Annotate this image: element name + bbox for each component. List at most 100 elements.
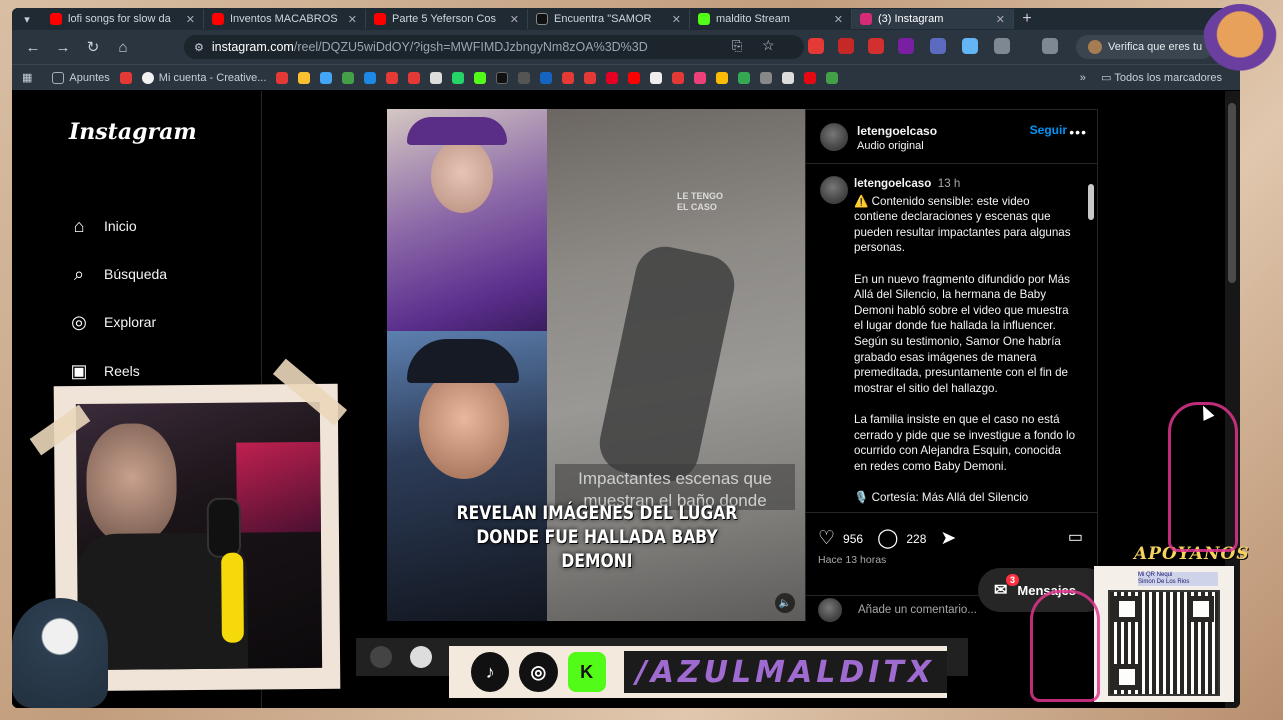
extension-icon[interactable]	[838, 38, 854, 54]
bookmark-creative[interactable]: Mi cuenta - Creative...	[141, 71, 266, 84]
bookmark-icon[interactable]	[716, 71, 729, 84]
kick-icon	[698, 13, 710, 25]
bookmark-icon[interactable]	[760, 71, 773, 84]
bookmark-icon[interactable]	[474, 71, 487, 84]
tab[interactable]: Inventos MACABROS ✕	[204, 9, 366, 29]
close-icon[interactable]: ✕	[672, 13, 681, 26]
url-bar[interactable]: ⚙ instagram.com/reel/DQZU5wiDdOY/?igsh=M…	[184, 35, 804, 59]
reload-button[interactable]: ↻	[78, 38, 108, 56]
devil-doodle	[1168, 402, 1238, 552]
scroll-thumb[interactable]	[1228, 103, 1236, 283]
avatar	[1088, 40, 1102, 54]
instagram-logo[interactable]: Instagram	[69, 119, 197, 145]
tab[interactable]: maldito Stream ✕	[690, 9, 852, 29]
share-icon[interactable]: ➤	[940, 527, 956, 550]
install-app-icon[interactable]: ⎘	[732, 38, 742, 54]
media-controls-icon[interactable]	[1042, 38, 1058, 54]
bookmark-icon[interactable]	[694, 71, 707, 84]
bookmark-icon[interactable]	[540, 71, 553, 84]
avatar[interactable]	[820, 176, 848, 204]
home-button[interactable]: ⌂	[108, 39, 138, 56]
bookmark-icon[interactable]	[650, 71, 663, 84]
bookmark-icon[interactable]	[584, 71, 597, 84]
home-icon: ⌂	[73, 215, 85, 236]
bookmark-icon[interactable]	[804, 71, 817, 84]
bookmark-icon[interactable]	[606, 71, 619, 84]
tab-active[interactable]: (3) Instagram ✕	[852, 9, 1014, 29]
bookmark-icon[interactable]	[782, 71, 795, 84]
adblock-icon[interactable]	[868, 38, 884, 54]
scroll-thumb[interactable]	[1088, 184, 1094, 220]
more-options-icon[interactable]: •••	[1069, 124, 1087, 140]
app-icon[interactable]	[410, 646, 432, 668]
extension-icon[interactable]	[962, 38, 978, 54]
forward-button[interactable]: →	[48, 39, 78, 56]
bookmark-icon[interactable]	[496, 71, 509, 84]
nav-explorar[interactable]: ◎ Explorar	[68, 311, 156, 333]
bookmark-icon[interactable]	[364, 71, 377, 84]
back-button[interactable]: ←	[18, 39, 48, 56]
extension-icon[interactable]	[808, 38, 824, 54]
avatar[interactable]	[820, 123, 848, 151]
close-icon[interactable]: ✕	[348, 13, 357, 26]
qr-card: Mi QR Nequi Simon De Los Rios	[1094, 566, 1234, 702]
follow-button[interactable]: Seguir	[1030, 123, 1067, 137]
comment-icon[interactable]: ◯	[877, 527, 898, 550]
like-count: 956	[843, 531, 864, 546]
mute-icon[interactable]: 🔈	[775, 593, 795, 613]
heart-icon[interactable]: ♡	[818, 527, 835, 550]
tab[interactable]: Encuentra "SAMOR ✕	[528, 9, 690, 29]
all-bookmarks-button[interactable]: » ▭ Todos los marcadores	[1080, 71, 1222, 84]
tiktok-icon	[536, 13, 548, 25]
tab[interactable]: lofi songs for slow da ✕	[42, 9, 204, 29]
bookmark-icon[interactable]	[430, 71, 443, 84]
nav-inicio[interactable]: ⌂ Inicio	[68, 215, 137, 237]
bookmark-icon[interactable]	[119, 71, 132, 84]
bookmark-icon[interactable]	[386, 71, 399, 84]
bookmark-folder-apuntes[interactable]: Apuntes	[52, 71, 110, 84]
audio-link[interactable]: Audio original	[857, 140, 924, 152]
bookmark-icon[interactable]	[738, 71, 751, 84]
puzzle-extensions-icon[interactable]	[994, 38, 1010, 54]
extension-icon[interactable]	[898, 38, 914, 54]
youtube-icon	[374, 13, 386, 25]
close-icon[interactable]: ✕	[996, 13, 1005, 26]
close-icon[interactable]: ✕	[834, 13, 843, 26]
tab[interactable]: Parte 5 Yeferson Cos ✕	[366, 9, 528, 29]
bookmark-icon[interactable]	[342, 71, 355, 84]
bookmark-icon[interactable]	[518, 71, 531, 84]
bookmark-icon[interactable]	[672, 71, 685, 84]
bookmark-icon[interactable]	[562, 71, 575, 84]
bookmark-icon[interactable]	[298, 71, 311, 84]
reel-video[interactable]: LE TENGO EL CASO Impactantes escenas que…	[387, 109, 805, 621]
reel-caption: REVELAN IMÁGENES DEL LUGAR DONDE FUE HAL…	[456, 502, 738, 572]
creative-icon	[141, 71, 154, 84]
bookmark-icon[interactable]	[826, 71, 839, 84]
username-link[interactable]: letengoelcaso	[857, 124, 937, 138]
profile-button[interactable]: Verifica que eres tu	[1076, 35, 1215, 59]
close-icon[interactable]: ✕	[510, 13, 519, 26]
bookmark-icon[interactable]	[320, 71, 333, 84]
bookmark-star-icon[interactable]: ☆	[762, 37, 775, 54]
close-icon[interactable]: ✕	[186, 13, 195, 26]
post-time: 13 h	[937, 177, 961, 190]
nav-busqueda[interactable]: ⌕ Búsqueda	[68, 263, 167, 285]
new-tab-button[interactable]: +	[1014, 10, 1040, 28]
bookmark-icon[interactable]	[408, 71, 421, 84]
apps-grid-icon[interactable]: ▦	[22, 71, 32, 84]
action-row: ♡ 956 ◯ 228 ➤	[818, 527, 956, 550]
bookmark-icon[interactable]	[276, 71, 289, 84]
post-username[interactable]: letengoelcaso	[854, 177, 931, 190]
panel-scrollbar[interactable]	[1087, 170, 1095, 510]
site-info-icon[interactable]: ⚙	[194, 41, 204, 54]
extension-icon[interactable]	[930, 38, 946, 54]
post-paragraph: La familia insiste en que el caso no est…	[854, 412, 1076, 473]
bookmark-icon[interactable]: ▭	[1068, 527, 1083, 547]
tab-search-chevron-icon[interactable]: ▾	[12, 9, 42, 29]
post-paragraph: 🎙️ Cortesía: Más Allá del Silencio	[854, 490, 1029, 504]
nav-reels[interactable]: ▣ Reels	[68, 360, 139, 382]
obs-icon[interactable]	[370, 646, 392, 668]
bookmark-icon[interactable]	[452, 71, 465, 84]
instagram-icon	[860, 13, 872, 25]
bookmark-icon[interactable]	[628, 71, 641, 84]
